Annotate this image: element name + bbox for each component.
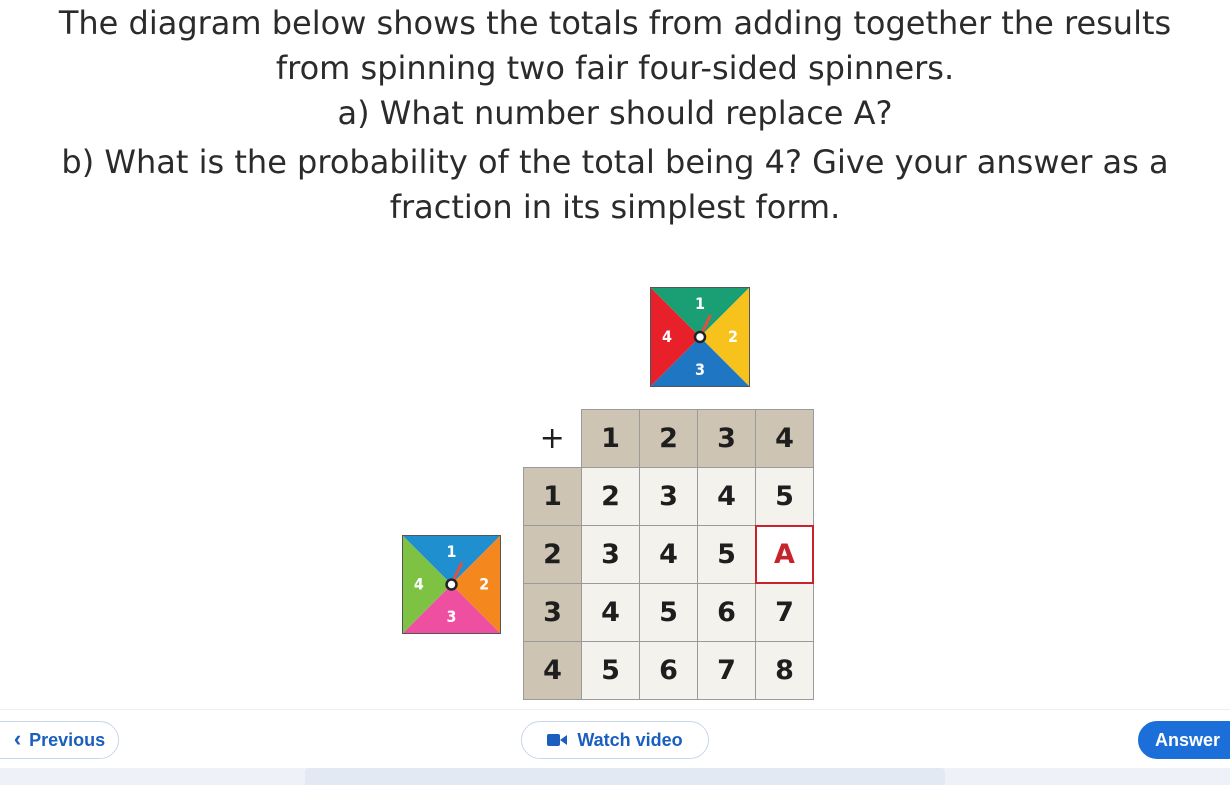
answer-label: Answer [1155, 729, 1221, 750]
table-row: 4 5 6 7 8 [523, 641, 814, 700]
col-header-2: 2 [639, 409, 698, 468]
footer-band [0, 768, 1230, 785]
spinner-top-label-4: 4 [662, 327, 672, 346]
spinner-top-label-2: 2 [728, 327, 738, 346]
question-part-a: a) What number should replace A? [337, 94, 893, 132]
table-cell: 4 [639, 525, 698, 584]
watch-video-button[interactable]: Watch video [521, 721, 709, 759]
video-camera-icon [547, 733, 569, 747]
previous-button[interactable]: ‹ Previous [0, 721, 119, 759]
plus-sign: + [523, 409, 582, 468]
table-cell: 6 [697, 583, 756, 642]
footer-divider [0, 709, 1230, 710]
table-row: 1 2 3 4 5 [523, 467, 814, 526]
table-cell: 5 [639, 583, 698, 642]
question-text: The diagram below shows the totals from … [0, 0, 1230, 230]
table-cell: 7 [755, 583, 814, 642]
col-header-3: 3 [697, 409, 756, 468]
table-cell: 5 [581, 641, 640, 700]
top-spinner: 1 2 3 4 [650, 287, 750, 387]
table-cell: 5 [697, 525, 756, 584]
previous-label: Previous [29, 729, 106, 750]
unknown-cell-a: A [755, 525, 815, 585]
table-cell: 3 [639, 467, 698, 526]
row-header-4: 4 [523, 641, 582, 700]
watch-video-label: Watch video [577, 729, 683, 750]
row-header-3: 3 [523, 583, 582, 642]
col-header-4: 4 [755, 409, 814, 468]
row-header-1: 1 [523, 467, 582, 526]
question-line-2: from spinning two fair four-sided spinne… [275, 49, 955, 87]
row-header-2: 2 [523, 525, 582, 584]
spinner-left-label-1: 1 [447, 542, 457, 561]
spinner-left-label-4: 4 [414, 574, 424, 593]
col-header-1: 1 [581, 409, 640, 468]
question-line-1: The diagram below shows the totals from … [58, 4, 1172, 42]
table-cell: 3 [581, 525, 640, 584]
left-spinner: 1 2 3 4 [402, 535, 501, 634]
spinner-top-label-3: 3 [695, 360, 705, 379]
table-row: 2 3 4 5 A [523, 525, 815, 585]
chevron-left-icon: ‹ [13, 726, 22, 751]
question-part-b-line-1: b) What is the probability of the total … [61, 143, 1169, 181]
table-row: 3 4 5 6 7 [523, 583, 814, 642]
table-cell: 5 [755, 467, 814, 526]
table-cell: 4 [581, 583, 640, 642]
spinner-left-label-2: 2 [479, 574, 489, 593]
answer-button[interactable]: Answer [1138, 721, 1230, 759]
spinner-top-label-1: 1 [695, 294, 705, 313]
sum-table: + 1 2 3 4 1 2 3 4 5 2 3 4 5 A 3 4 5 6 7 … [523, 409, 815, 700]
table-cell: 7 [697, 641, 756, 700]
table-cell: 6 [639, 641, 698, 700]
spinner-left-label-3: 3 [447, 607, 457, 626]
table-cell: 4 [697, 467, 756, 526]
question-part-b-line-2: fraction in its simplest form. [389, 188, 841, 226]
table-cell: 8 [755, 641, 814, 700]
table-cell: 2 [581, 467, 640, 526]
table-header-row: + 1 2 3 4 [523, 409, 814, 468]
